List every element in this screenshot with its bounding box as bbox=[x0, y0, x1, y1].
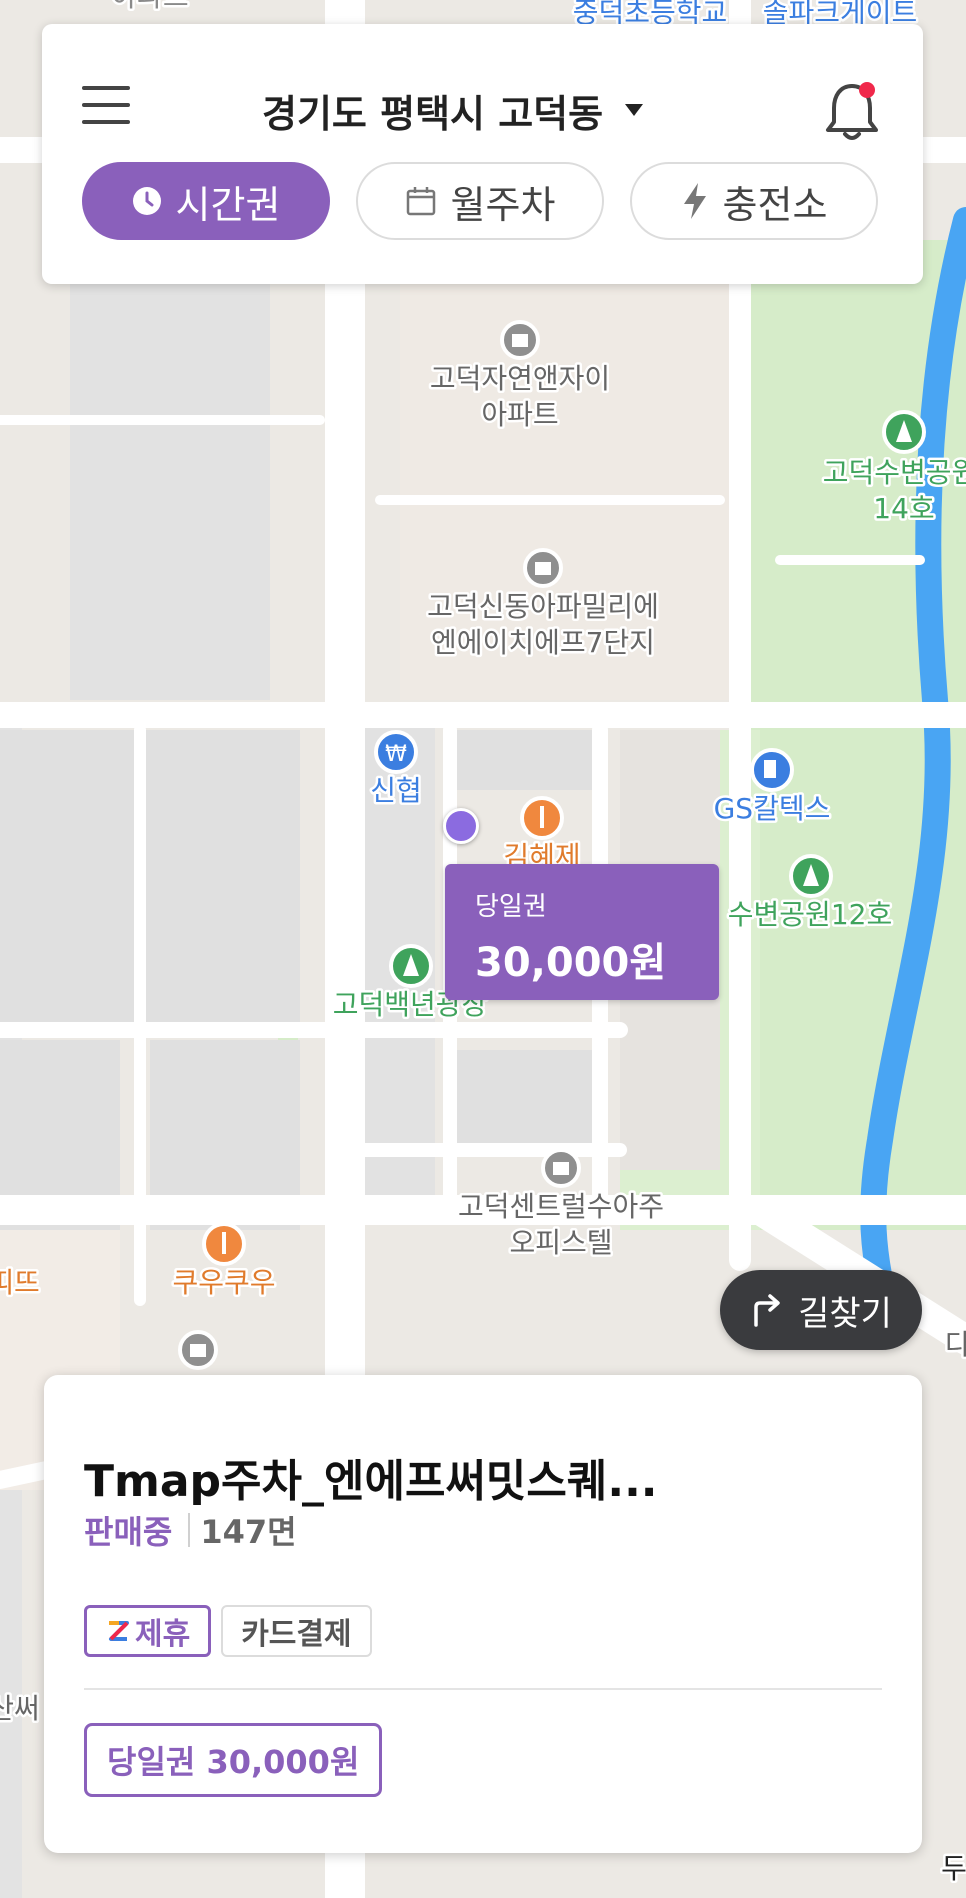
tab-charging[interactable]: 충전소 bbox=[630, 162, 878, 240]
map-label: 고덕신동아파밀리에 bbox=[427, 590, 659, 623]
apartment-icon bbox=[541, 1148, 581, 1188]
lot-location-marker[interactable] bbox=[443, 808, 479, 844]
menu-button[interactable] bbox=[82, 86, 134, 126]
header-card: 경기도 평택시 고덕동 시간권 월주차 충전소 bbox=[42, 24, 923, 284]
gas-station-icon bbox=[750, 748, 794, 792]
menu-icon-line bbox=[82, 103, 130, 107]
map-label: GS칼텍스 bbox=[714, 792, 831, 825]
parking-lot-card[interactable]: Tmap주차_엔에프써밋스퀘... 판매중 147면 제휴 카드결제 당일권 3… bbox=[44, 1375, 922, 1853]
map-label: 고덕센트럴수아주 bbox=[458, 1190, 664, 1223]
lightning-icon bbox=[683, 183, 706, 219]
directions-button[interactable]: 길찾기 bbox=[720, 1270, 922, 1350]
map-label: 아파트 bbox=[111, 0, 188, 13]
notification-button[interactable] bbox=[822, 76, 882, 146]
map-label: 수변공원12호 bbox=[728, 898, 892, 931]
tab-label: 충전소 bbox=[722, 182, 828, 227]
badge-row: 제휴 카드결제 bbox=[84, 1605, 372, 1657]
divider bbox=[188, 1513, 191, 1547]
map-label: 14호 bbox=[873, 492, 934, 525]
price-marker-amount: 30,000원 bbox=[475, 940, 667, 986]
price-marker-label: 당일권 bbox=[475, 892, 547, 922]
map-label: 산써 bbox=[0, 1692, 40, 1725]
apartment-icon bbox=[500, 320, 540, 360]
bell-icon bbox=[826, 82, 878, 140]
day-pass-ticket[interactable]: 당일권 30,000원 bbox=[84, 1723, 383, 1797]
map-label: 고덕수변공원 bbox=[823, 456, 966, 489]
map-label: 오피스텔 bbox=[509, 1226, 612, 1259]
map-label: 쿠우쿠우 bbox=[172, 1266, 275, 1299]
park-icon bbox=[882, 410, 926, 454]
payment-badge: 카드결제 bbox=[221, 1605, 372, 1657]
directions-label: 길찾기 bbox=[798, 1293, 892, 1334]
bank-icon: ₩ bbox=[374, 730, 418, 774]
price-marker[interactable]: 당일권 30,000원 bbox=[445, 864, 719, 1000]
map-label: 띠뜨 bbox=[0, 1266, 40, 1299]
tab-bar: 시간권 월주차 충전소 bbox=[82, 162, 878, 240]
partner-logo-icon bbox=[109, 1621, 129, 1641]
partner-badge: 제휴 bbox=[84, 1605, 212, 1657]
apartment-icon bbox=[178, 1330, 218, 1370]
tab-hourly[interactable]: 시간권 bbox=[82, 162, 330, 240]
map-label: 엔에이치에프7단지 bbox=[431, 626, 655, 659]
menu-icon-line bbox=[82, 120, 130, 124]
map-label: 신협 bbox=[370, 774, 422, 807]
apartment-icon bbox=[523, 548, 563, 588]
restaurant-icon bbox=[202, 1222, 246, 1266]
calendar-icon bbox=[406, 187, 435, 216]
tab-label: 시간권 bbox=[175, 182, 281, 227]
sale-status: 판매중 bbox=[84, 1513, 173, 1551]
tab-monthly[interactable]: 월주차 bbox=[356, 162, 604, 240]
turn-right-icon bbox=[754, 1294, 780, 1327]
clock-icon bbox=[132, 187, 161, 215]
map-label: 고덕자연앤자이 bbox=[430, 362, 610, 395]
caret-down-icon bbox=[625, 104, 644, 116]
card-divider bbox=[84, 1688, 882, 1690]
map-label: 아파트 bbox=[481, 398, 558, 431]
park-icon bbox=[789, 854, 833, 898]
menu-icon-line bbox=[82, 86, 130, 90]
map-block bbox=[0, 730, 300, 1030]
lot-name: Tmap주차_엔에프써밋스퀘... bbox=[84, 1456, 658, 1507]
map-label: 다 bbox=[945, 1328, 966, 1361]
partner-badge-label: 제휴 bbox=[135, 1617, 191, 1652]
space-count: 147면 bbox=[200, 1513, 297, 1551]
park-icon bbox=[389, 944, 433, 988]
location-label: 경기도 평택시 고덕동 bbox=[262, 91, 604, 136]
location-selector[interactable]: 경기도 평택시 고덕동 bbox=[262, 82, 644, 138]
restaurant-icon bbox=[520, 796, 564, 840]
svg-text:₩: ₩ bbox=[385, 742, 407, 767]
map-block bbox=[445, 1050, 595, 1150]
tab-label: 월주차 bbox=[450, 182, 556, 227]
map-block bbox=[445, 730, 595, 790]
map-block bbox=[70, 280, 270, 700]
lot-status-row: 판매중 147면 bbox=[84, 1507, 297, 1553]
map-label: 두 bbox=[941, 1852, 966, 1885]
